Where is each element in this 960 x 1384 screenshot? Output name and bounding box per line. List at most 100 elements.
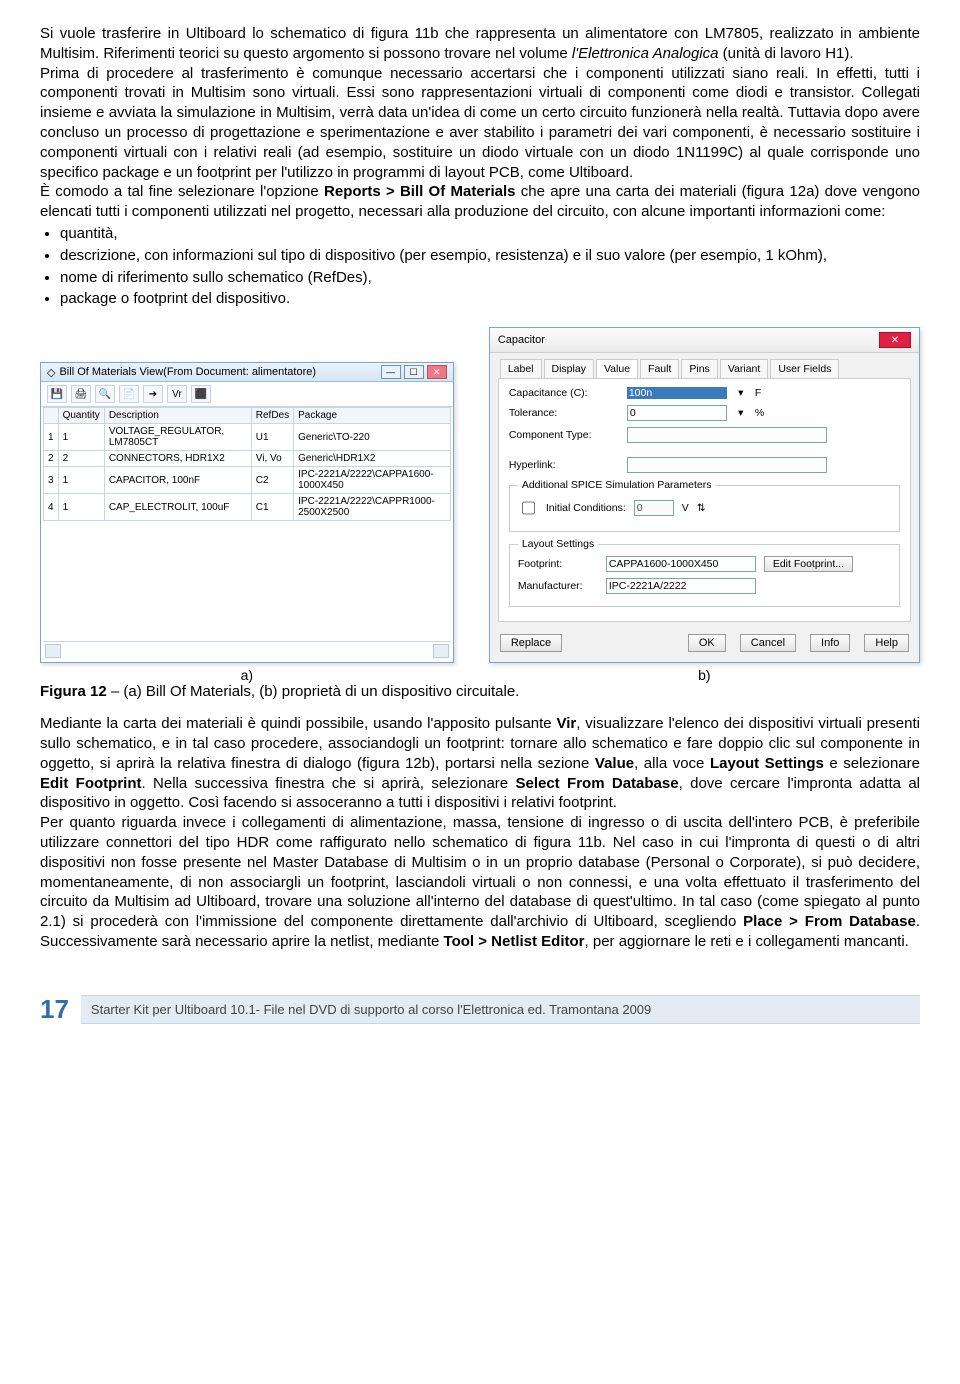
initial-conditions-input xyxy=(634,500,674,516)
text-bold: Tool > Netlist Editor xyxy=(444,933,585,950)
figure-labels: a) b) xyxy=(40,667,920,683)
capacitance-input[interactable]: 100n xyxy=(627,387,727,399)
tab-display[interactable]: Display xyxy=(544,359,594,378)
stepper-icon[interactable]: ⇅ xyxy=(697,502,706,514)
tab-pins[interactable]: Pins xyxy=(681,359,717,378)
hyperlink-label: Hyperlink: xyxy=(509,459,619,471)
save-icon[interactable]: 💾 xyxy=(47,385,67,403)
capacitance-label: Capacitance (C): xyxy=(509,387,619,399)
tolerance-input[interactable] xyxy=(627,405,727,421)
figure-caption: Figura 12 – (a) Bill Of Materials, (b) p… xyxy=(40,683,920,700)
tab-value[interactable]: Value xyxy=(596,359,638,378)
col-description[interactable]: Description xyxy=(104,408,251,424)
paragraph-5: Per quanto riguarda invece i collegament… xyxy=(40,813,920,952)
hyperlink-input[interactable] xyxy=(627,457,827,473)
manufacturer-label: Manufacturer: xyxy=(518,580,598,592)
cell: 1 xyxy=(58,494,104,521)
preview-icon[interactable]: 🔍 xyxy=(95,385,115,403)
cancel-button[interactable]: Cancel xyxy=(740,634,796,652)
page-footer: 17 Starter Kit per Ultiboard 10.1- File … xyxy=(40,994,920,1025)
component-icon[interactable]: ⬛ xyxy=(191,385,211,403)
empty-area xyxy=(43,521,451,641)
footer-bar: Starter Kit per Ultiboard 10.1- File nel… xyxy=(81,995,920,1024)
caption-b: b) xyxy=(489,667,920,683)
cell: 2 xyxy=(58,451,104,467)
footprint-label: Footprint: xyxy=(518,558,598,570)
table-row[interactable]: 3 1 CAPACITOR, 100nF C2 IPC-2221A/2222\C… xyxy=(44,467,451,494)
col-quantity[interactable]: Quantity xyxy=(58,408,104,424)
close-button[interactable]: ✕ xyxy=(427,365,447,379)
horizontal-scrollbar[interactable] xyxy=(43,641,451,660)
cell: Vi, Vo xyxy=(251,451,293,467)
cell: 4 xyxy=(44,494,59,521)
text: (unità di lavoro H1). xyxy=(718,45,853,62)
table-row[interactable]: 2 2 CONNECTORS, HDR1X2 Vi, Vo Generic\HD… xyxy=(44,451,451,467)
col-package[interactable]: Package xyxy=(294,408,450,424)
manufacturer-input[interactable] xyxy=(606,578,756,594)
tolerance-label: Tolerance: xyxy=(509,407,619,419)
paragraph-1: Si vuole trasferire in Ultiboard lo sche… xyxy=(40,24,920,64)
tab-userfields[interactable]: User Fields xyxy=(770,359,839,378)
text-bold: Reports > Bill Of Materials xyxy=(324,183,516,200)
cell: 1 xyxy=(58,424,104,451)
scroll-left-icon[interactable] xyxy=(45,644,61,658)
initial-conditions-label: Initial Conditions: xyxy=(546,502,626,514)
app-icon: ◇ xyxy=(47,366,55,379)
vir-button[interactable]: Vr xyxy=(167,385,187,403)
text: . Nella successiva finestra che si aprir… xyxy=(142,775,516,792)
layout-fieldset: Layout Settings Footprint: Edit Footprin… xyxy=(509,538,900,607)
text: Mediante la carta dei materiali è quindi… xyxy=(40,715,556,732)
edit-footprint-button[interactable]: Edit Footprint... xyxy=(764,556,853,572)
window-titlebar: ◇ Bill Of Materials View(From Document: … xyxy=(41,363,453,382)
tolerance-unit: % xyxy=(755,407,764,419)
export-icon[interactable]: 📄 xyxy=(119,385,139,403)
spice-fieldset: Additional SPICE Simulation Parameters I… xyxy=(509,479,900,532)
arrow-icon[interactable]: ➔ xyxy=(143,385,163,403)
footprint-input[interactable] xyxy=(606,556,756,572)
initial-conditions-checkbox[interactable] xyxy=(522,500,535,516)
tab-variant[interactable]: Variant xyxy=(720,359,769,378)
list-item: package o footprint del dispositivo. xyxy=(60,289,920,309)
help-button[interactable]: Help xyxy=(864,634,909,652)
text: – (a) Bill Of Materials, (b) proprietà d… xyxy=(107,683,520,700)
cell: IPC-2221A/2222\CAPPA1600-1000X450 xyxy=(294,467,450,494)
col-index[interactable] xyxy=(44,408,59,424)
page-number: 17 xyxy=(40,994,69,1025)
paragraph-4: Mediante la carta dei materiali è quindi… xyxy=(40,714,920,813)
ok-button[interactable]: OK xyxy=(688,634,726,652)
layout-legend: Layout Settings xyxy=(518,538,598,550)
minimize-button[interactable]: — xyxy=(381,365,401,379)
maximize-button[interactable]: ☐ xyxy=(404,365,424,379)
capacitance-unit: F xyxy=(755,387,761,399)
text: È comodo a tal fine selezionare l'opzion… xyxy=(40,183,324,200)
list-item: descrizione, con informazioni sul tipo d… xyxy=(60,246,920,266)
initial-conditions-unit: V xyxy=(682,502,689,514)
component-type-input[interactable] xyxy=(627,427,827,443)
figure-b: Capacitor ✕ Label Display Value Fault Pi… xyxy=(489,327,920,663)
cell: Generic\HDR1X2 xyxy=(294,451,450,467)
table-row[interactable]: 4 1 CAP_ELECTROLIT, 100uF C1 IPC-2221A/2… xyxy=(44,494,451,521)
text-bold: Edit Footprint xyxy=(40,775,142,792)
cell: CAPACITOR, 100nF xyxy=(104,467,251,494)
text-bold: Place > From Database xyxy=(743,913,916,930)
text: e selezionare xyxy=(824,755,920,772)
text-bold: Vir xyxy=(556,715,576,732)
print-icon[interactable]: 🖨 xyxy=(71,385,91,403)
tab-strip: Label Display Value Fault Pins Variant U… xyxy=(490,353,919,378)
tab-fault[interactable]: Fault xyxy=(640,359,679,378)
scroll-right-icon[interactable] xyxy=(433,644,449,658)
close-button[interactable]: ✕ xyxy=(879,332,911,348)
table-row[interactable]: 1 1 VOLTAGE_REGULATOR, LM7805CT U1 Gener… xyxy=(44,424,451,451)
info-button[interactable]: Info xyxy=(810,634,850,652)
list-item: nome di riferimento sullo schematico (Re… xyxy=(60,268,920,288)
text-bold: Select From Database xyxy=(515,775,678,792)
tab-label[interactable]: Label xyxy=(500,359,542,378)
caption-a: a) xyxy=(40,667,454,683)
tab-panel: Capacitance (C): 100n ▾ F Tolerance: ▾ %… xyxy=(498,378,911,622)
replace-button[interactable]: Replace xyxy=(500,634,562,652)
cell: U1 xyxy=(251,424,293,451)
text-bold: Layout Settings xyxy=(710,755,824,772)
paragraph-2: Prima di procedere al trasferimento è co… xyxy=(40,64,920,183)
col-refdes[interactable]: RefDes xyxy=(251,408,293,424)
cell: 1 xyxy=(58,467,104,494)
